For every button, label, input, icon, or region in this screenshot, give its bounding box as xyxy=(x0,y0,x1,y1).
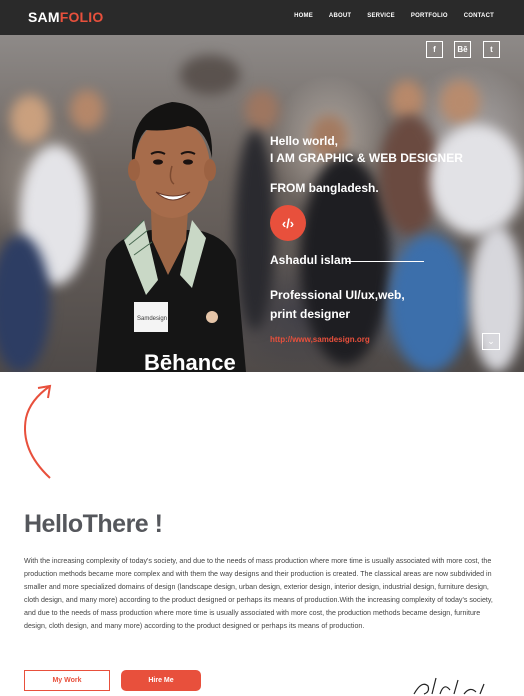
chevron-down-icon: ⌄ xyxy=(487,336,495,346)
hero-role: Professional UI/ux,web, print designer xyxy=(270,288,405,321)
name-badge-text: Samdesign xyxy=(137,316,167,322)
code-icon: ‹/› xyxy=(281,215,295,231)
brand-logo-part2: FOLIO xyxy=(59,9,104,25)
hero-section: Samdesign Bēhance f Bē t Hello world, I … xyxy=(0,35,524,372)
code-icon-button[interactable]: ‹/› xyxy=(270,205,306,241)
about-paragraph: With the increasing complexity of today'… xyxy=(24,557,493,630)
hero-name: Ashadul islam xyxy=(270,253,352,267)
nav-about[interactable]: ABOUT xyxy=(329,13,351,19)
hero-greeting: Hello world, I AM GRAPHIC & WEB DESIGNER xyxy=(270,133,463,167)
shirt-behance-text: Bēhance xyxy=(144,350,236,372)
scroll-down-button[interactable]: ⌄ xyxy=(482,333,500,350)
behance-icon[interactable]: Bē xyxy=(454,41,471,58)
hero-greeting-line1: Hello world, xyxy=(270,134,339,148)
designer-portrait: Samdesign Bēhance xyxy=(96,102,246,372)
about-heading-bold: Hello xyxy=(24,510,83,538)
signature-image xyxy=(413,677,485,695)
twitter-icon[interactable]: t xyxy=(483,41,500,58)
about-heading-rest: There ! xyxy=(82,510,163,538)
curved-arrow-icon xyxy=(24,384,52,479)
brand-logo[interactable]: SAMFOLIO xyxy=(28,9,104,25)
hero-greeting-line2: I AM GRAPHIC & WEB DESIGNER xyxy=(270,151,463,165)
main-nav: HOME ABOUT SERVICE PORTFOLIO CONTACT xyxy=(294,13,494,19)
hero-location: FROM bangladesh. xyxy=(270,181,379,195)
nav-portfolio[interactable]: PORTFOLIO xyxy=(411,13,448,19)
brand-logo-part1: SAM xyxy=(28,9,60,25)
hire-me-button[interactable]: Hire Me xyxy=(121,670,201,691)
nav-home[interactable]: HOME xyxy=(294,13,313,19)
name-underline-divider xyxy=(346,261,424,262)
nav-service[interactable]: SERVICE xyxy=(367,13,395,19)
facebook-icon[interactable]: f xyxy=(426,41,443,58)
navbar: SAMFOLIO HOME ABOUT SERVICE PORTFOLIO CO… xyxy=(0,0,524,35)
nav-contact[interactable]: CONTACT xyxy=(464,13,494,19)
about-heading: HelloThere ! xyxy=(24,510,163,539)
hero-website-link[interactable]: http://www,samdesign.org xyxy=(270,335,370,344)
my-work-button[interactable]: My Work xyxy=(24,670,110,691)
